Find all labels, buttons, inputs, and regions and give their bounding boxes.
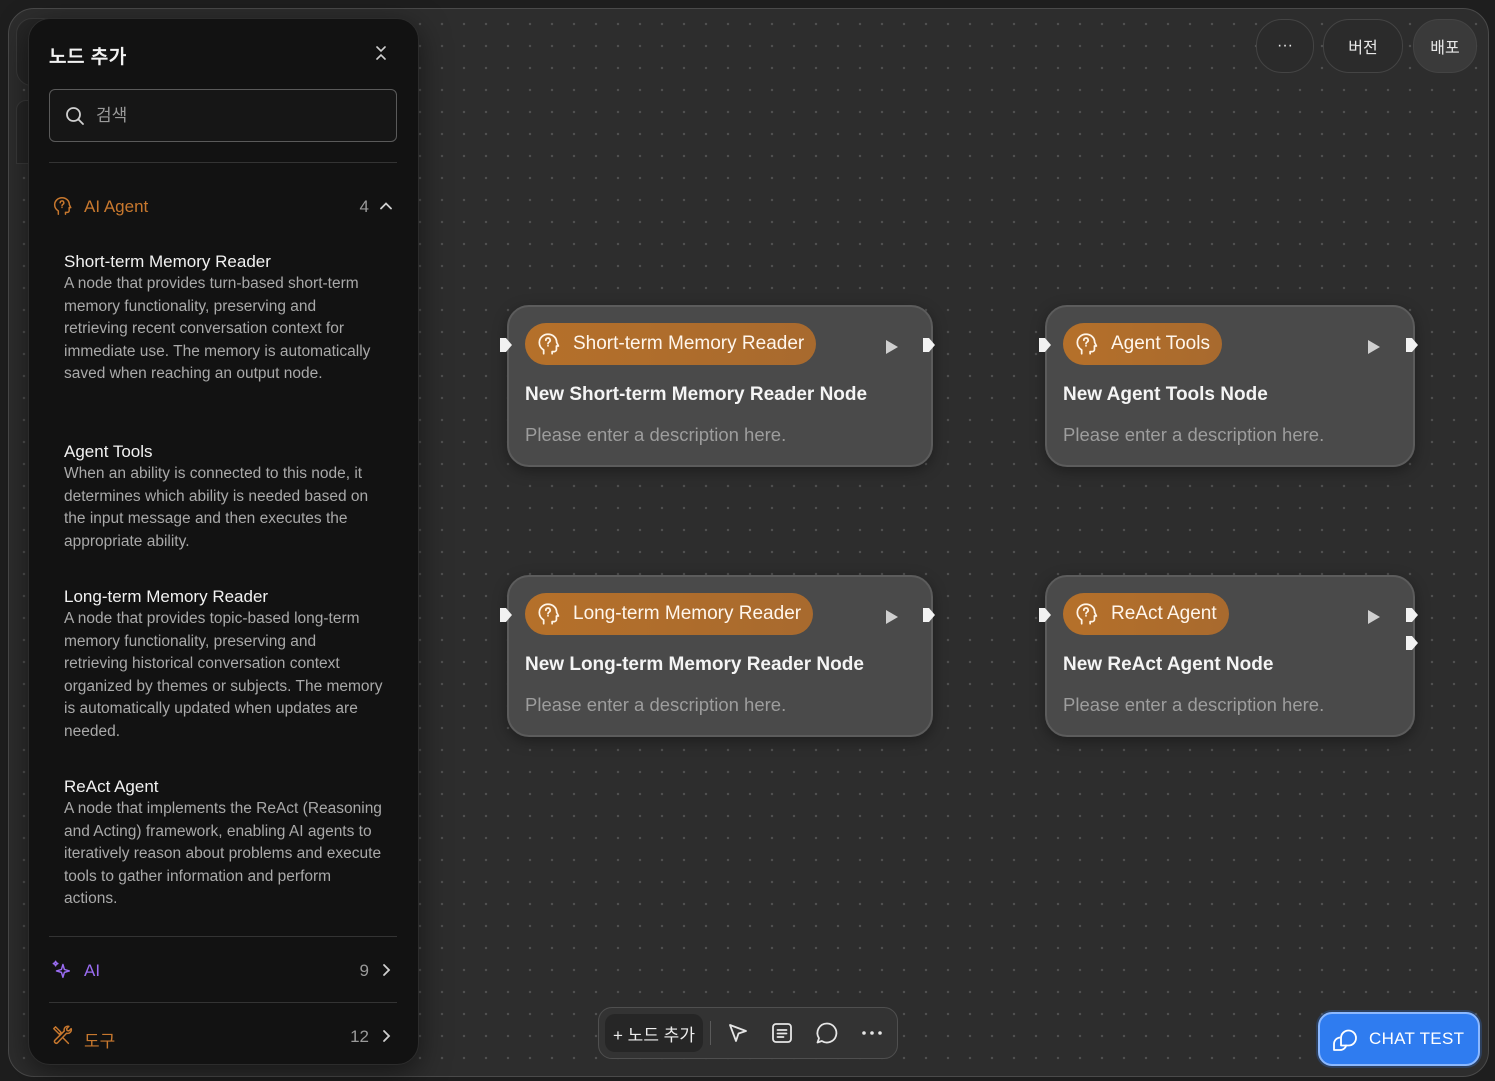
comment-icon[interactable] [814,1020,840,1046]
sparkle-icon [52,960,71,979]
node-description: Please enter a description here. [1063,424,1325,445]
node-long-term-memory-reader[interactable]: Long-term Memory Reader New Long-term Me… [507,575,933,737]
category-tools[interactable]: 도구 12 [49,1021,399,1051]
agent-head-icon [53,197,72,215]
output-port-icon[interactable] [922,607,936,623]
add-node-button[interactable]: + 노드 추가 [605,1014,703,1052]
output-port-icon[interactable] [922,337,936,353]
node-title: New Short-term Memory Reader Node [525,384,868,405]
pointer-icon[interactable] [725,1020,751,1046]
node-description: Please enter a description here. [525,694,787,715]
agent-head-icon [538,333,560,355]
item-description: A node that provides topic-based long-te… [64,610,383,740]
chat-test-label: CHAT TEST [1369,1029,1465,1048]
panel-title: 노드 추가 [49,47,127,68]
category-label: AI [84,961,101,980]
node-item-agent-tools[interactable]: Agent Tools When an ability is connected… [64,441,384,553]
node-item-react-agent[interactable]: ReAct Agent A node that implements the R… [64,776,384,911]
chevron-right-icon [383,964,391,976]
node-type-label: Short-term Memory Reader [573,333,805,354]
collapse-icon[interactable] [372,44,390,62]
input-port-icon[interactable] [499,607,513,623]
category-count: 12 [350,1027,369,1046]
category-ai[interactable]: AI 9 [49,955,399,985]
item-description: When an ability is connected to this nod… [64,465,369,550]
node-type-badge: Long-term Memory Reader [525,593,814,635]
node-agent-tools[interactable]: Agent Tools New Agent Tools Node Please … [1045,305,1415,467]
input-port-icon[interactable] [1038,337,1052,353]
category-ai-agent[interactable]: AI Agent 4 [49,191,399,221]
divider [49,936,397,937]
output-port-icon[interactable] [1405,607,1419,623]
toolbar-divider [710,1021,711,1045]
item-title: Agent Tools [64,442,153,461]
node-type-label: Long-term Memory Reader [573,603,802,624]
node-react-agent[interactable]: ReAct Agent New ReAct Agent Node Please … [1045,575,1415,737]
category-count: 4 [359,197,369,216]
node-title: New ReAct Agent Node [1063,654,1274,675]
node-title: New Agent Tools Node [1063,384,1268,405]
node-title: New Long-term Memory Reader Node [525,654,864,675]
node-description: Please enter a description here. [525,424,787,445]
search-icon [66,107,84,125]
search-input[interactable] [94,102,388,130]
node-short-term-memory-reader[interactable]: Short-term Memory Reader New Short-term … [507,305,933,467]
agent-head-icon [1076,603,1098,625]
play-icon[interactable] [885,609,899,625]
node-item-long-term-memory-reader[interactable]: Long-term Memory Reader A node that prov… [64,586,384,744]
input-port-icon[interactable] [1038,607,1052,623]
category-label: 도구 [84,1032,116,1051]
add-node-panel: 노드 추가 AI Agent 4 Short-term Memory Reade… [28,18,419,1065]
agent-head-icon [538,603,560,625]
item-title: Long-term Memory Reader [64,587,269,606]
input-port-icon[interactable] [499,337,513,353]
chat-test-button[interactable]: CHAT TEST [1318,1012,1480,1066]
chevron-up-icon [380,202,392,210]
category-count: 9 [359,961,369,980]
node-item-short-term-memory-reader[interactable]: Short-term Memory Reader A node that pro… [64,251,384,386]
more-options-icon[interactable] [859,1020,885,1046]
play-icon[interactable] [1367,339,1381,355]
bottom-toolbar: + 노드 추가 [598,1007,898,1059]
category-label: AI Agent [84,197,149,216]
node-type-label: ReAct Agent [1111,603,1217,624]
tools-icon [53,1025,73,1045]
divider [49,1002,397,1003]
search-box [49,89,397,142]
node-type-badge: ReAct Agent [1063,593,1229,635]
version-button[interactable]: 버전 [1323,19,1403,73]
node-type-label: Agent Tools [1111,333,1210,354]
item-description: A node that provides turn-based short-te… [64,275,371,383]
node-description: Please enter a description here. [1063,694,1325,715]
output-port-icon[interactable] [1405,337,1419,353]
more-button[interactable]: ··· [1256,19,1314,73]
play-icon[interactable] [885,339,899,355]
play-icon[interactable] [1367,609,1381,625]
agent-head-icon [1076,333,1098,355]
node-type-badge: Short-term Memory Reader [525,323,817,365]
output-port-icon[interactable] [1405,635,1419,651]
item-title: ReAct Agent [64,777,159,796]
node-type-badge: Agent Tools [1063,323,1222,365]
divider [49,162,397,163]
deploy-button[interactable]: 배포 [1413,19,1477,73]
item-title: Short-term Memory Reader [64,252,271,271]
item-description: A node that implements the ReAct (Reason… [64,800,382,908]
note-icon[interactable] [769,1020,795,1046]
chevron-right-icon [383,1030,391,1042]
chat-bubbles-icon [1333,1029,1357,1051]
